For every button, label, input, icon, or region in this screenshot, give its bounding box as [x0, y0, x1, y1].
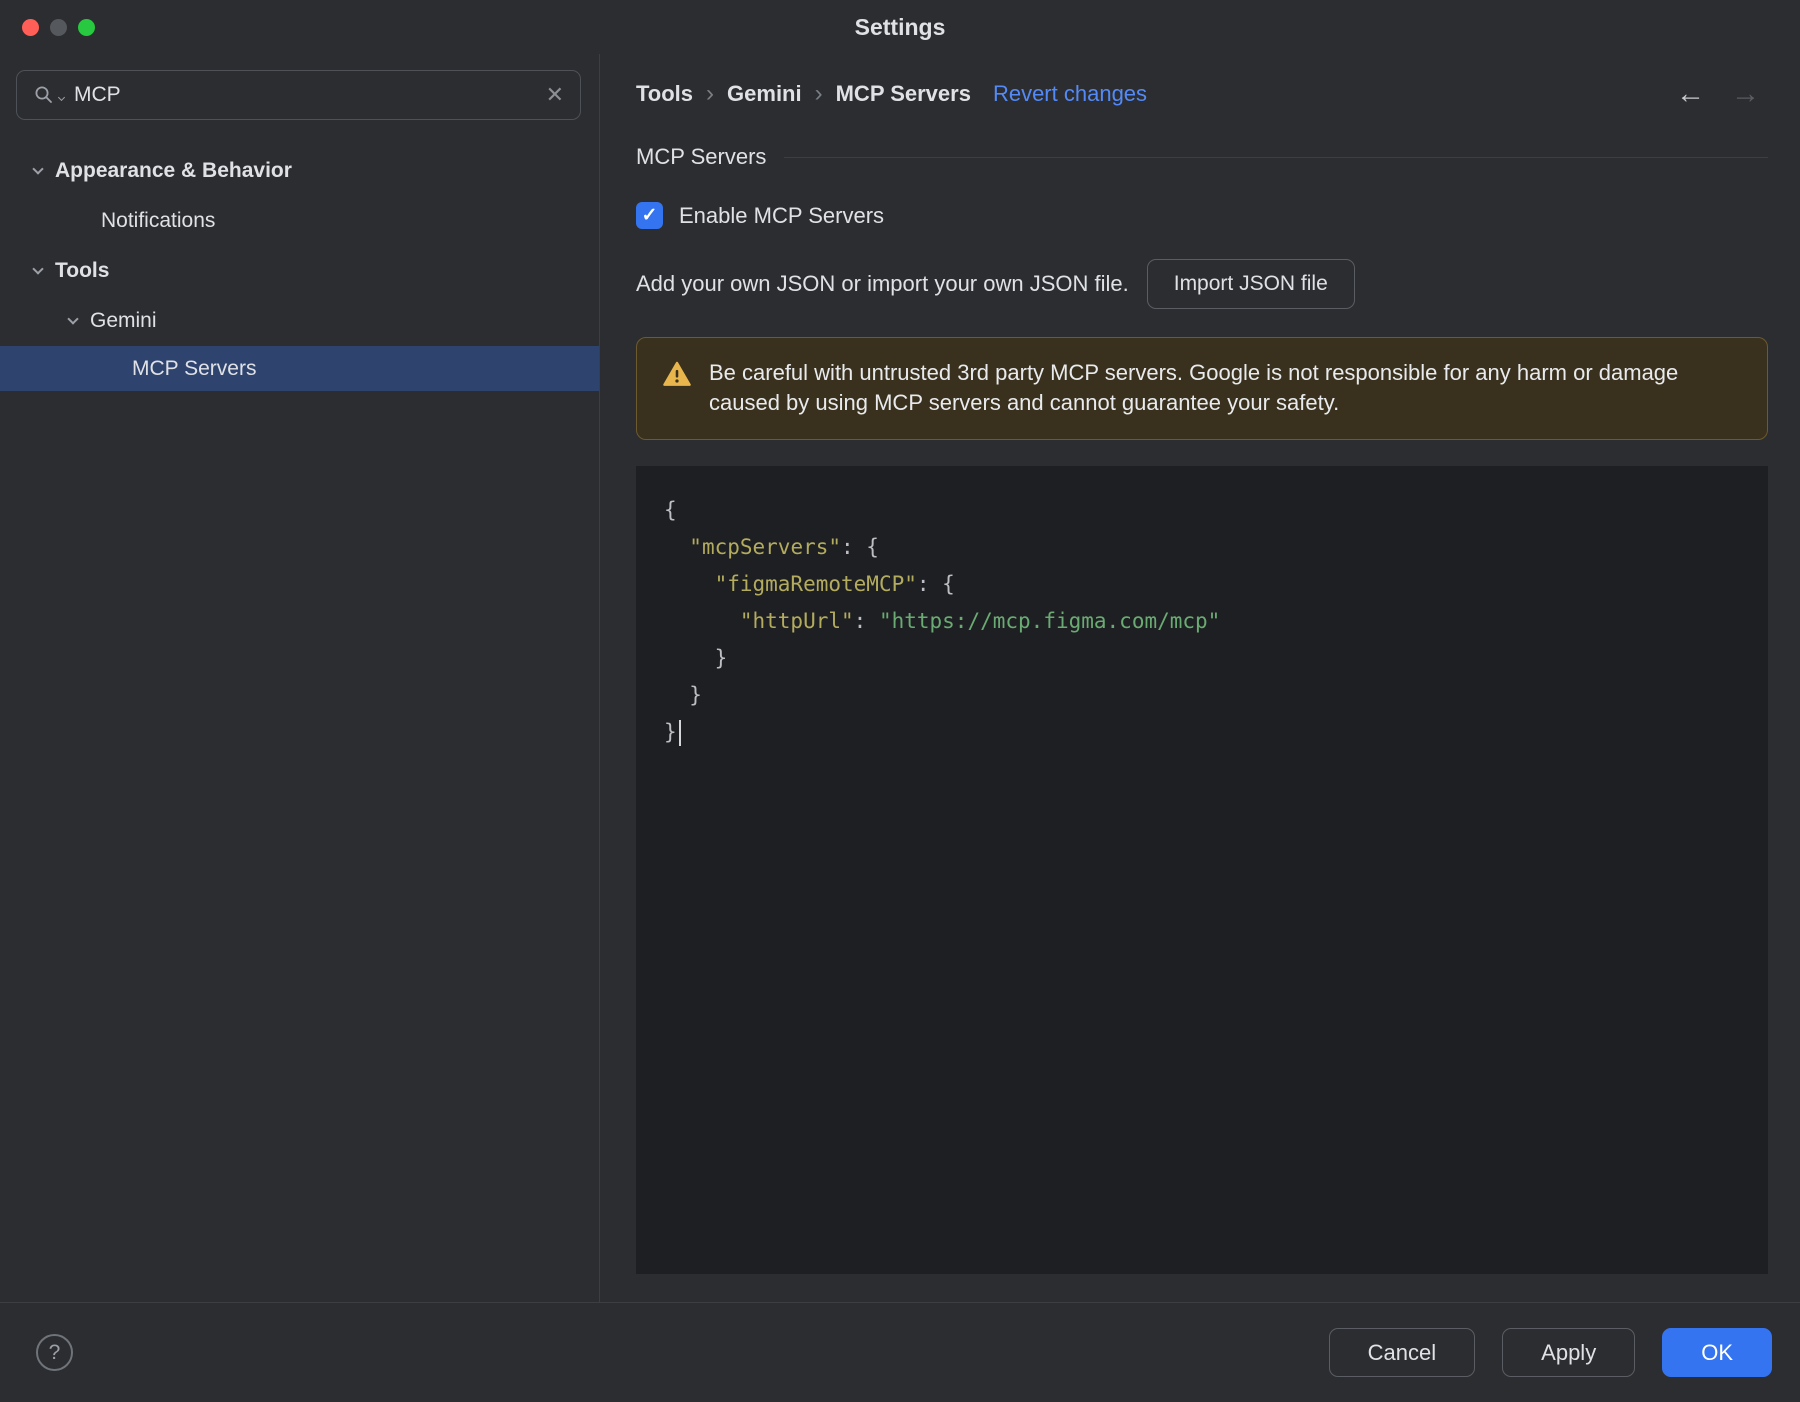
sidebar-item-appearance-behavior[interactable]: Appearance & Behavior — [0, 146, 599, 196]
settings-content: Tools › Gemini › MCP Servers Revert chan… — [600, 54, 1800, 1302]
section-header: MCP Servers — [636, 144, 1768, 170]
sidebar-item-label: Gemini — [90, 309, 157, 332]
breadcrumb-mcp-servers: MCP Servers — [835, 81, 971, 106]
code-line: } — [664, 682, 702, 707]
code-line: } — [664, 645, 728, 670]
search-history-chevron-icon — [57, 93, 66, 101]
json-editor-code: { "mcpServers": { "figmaRemoteMCP": { "h… — [664, 492, 1768, 751]
warning-icon — [663, 361, 691, 392]
settings-tree: Appearance & Behavior Notifications Tool… — [0, 146, 599, 391]
text-caret — [678, 719, 681, 746]
forward-icon: → — [1731, 78, 1760, 110]
breadcrumb-tools[interactable]: Tools — [636, 81, 693, 107]
search-icon[interactable] — [33, 84, 66, 106]
footer-buttons: Cancel Apply OK — [1328, 1328, 1772, 1377]
window-title: Settings — [854, 13, 946, 40]
history-nav: ← → — [1676, 78, 1760, 111]
titlebar: Settings — [0, 0, 1800, 54]
traffic-lights — [22, 0, 95, 54]
sidebar-item-notifications[interactable]: Notifications — [0, 196, 599, 246]
ok-button[interactable]: OK — [1662, 1328, 1772, 1377]
sidebar-item-label: Appearance & Behavior — [55, 159, 292, 182]
breadcrumb-separator-icon: › — [814, 80, 823, 107]
zoom-window-button[interactable] — [78, 18, 95, 36]
chevron-down-icon[interactable] — [32, 263, 44, 275]
chevron-down-icon[interactable] — [32, 163, 44, 175]
sidebar-item-mcp-servers[interactable]: MCP Servers — [0, 346, 599, 391]
warning-banner: Be careful with untrusted 3rd party MCP … — [636, 337, 1768, 440]
import-instruction-text: Add your own JSON or import your own JSO… — [636, 271, 1129, 296]
warning-text: Be careful with untrusted 3rd party MCP … — [709, 360, 1679, 416]
code-line: { — [664, 497, 677, 522]
json-editor[interactable]: { "mcpServers": { "figmaRemoteMCP": { "h… — [636, 465, 1768, 1274]
checkmark-icon: ✓ — [641, 205, 658, 226]
breadcrumb-gemini[interactable]: Gemini — [727, 81, 802, 107]
sidebar-item-label: Notifications — [101, 209, 216, 232]
search-field[interactable]: ✕ — [16, 70, 581, 120]
cancel-button[interactable]: Cancel — [1328, 1328, 1476, 1377]
import-json-file-button[interactable]: Import JSON file — [1146, 259, 1355, 309]
footer-bar: ? Cancel Apply OK — [0, 1302, 1800, 1402]
enable-mcp-servers-checkbox[interactable]: ✓ — [636, 202, 663, 229]
search-input[interactable] — [74, 83, 536, 107]
section-title: MCP Servers — [636, 144, 767, 169]
code-line: "mcpServers": { — [689, 534, 879, 559]
code-line: "figmaRemoteMCP": { — [714, 571, 955, 596]
revert-changes-link[interactable]: Revert changes — [993, 81, 1147, 107]
help-button[interactable]: ? — [36, 1334, 73, 1371]
breadcrumb: Tools › Gemini › MCP Servers Revert chan… — [636, 78, 1768, 111]
enable-mcp-servers-label: Enable MCP Servers — [679, 202, 885, 228]
main-area: ✕ Appearance & Behavior Notifications To… — [0, 54, 1800, 1302]
settings-window: Settings ✕ Appearance & Behavior — [0, 0, 1800, 1402]
code-line: } — [664, 714, 1768, 751]
minimize-window-button — [50, 18, 67, 36]
clear-search-icon[interactable]: ✕ — [546, 82, 564, 108]
close-window-button[interactable] — [22, 18, 39, 36]
breadcrumb-separator-icon: › — [706, 80, 715, 107]
sidebar-item-gemini[interactable]: Gemini — [0, 296, 599, 346]
settings-sidebar: ✕ Appearance & Behavior Notifications To… — [0, 54, 600, 1302]
sidebar-item-tools[interactable]: Tools — [0, 246, 599, 296]
section-divider — [784, 156, 1768, 158]
sidebar-item-label: Tools — [55, 259, 110, 282]
help-icon: ? — [48, 1340, 61, 1364]
enable-mcp-servers-row[interactable]: ✓ Enable MCP Servers — [636, 202, 1768, 229]
apply-button[interactable]: Apply — [1502, 1328, 1636, 1377]
code-line: "httpUrl": "https://mcp.figma.com/mcp" — [739, 608, 1221, 633]
back-icon[interactable]: ← — [1676, 78, 1705, 111]
import-row: Add your own JSON or import your own JSO… — [636, 259, 1768, 309]
sidebar-item-label: MCP Servers — [132, 356, 257, 380]
chevron-down-icon[interactable] — [67, 313, 79, 325]
